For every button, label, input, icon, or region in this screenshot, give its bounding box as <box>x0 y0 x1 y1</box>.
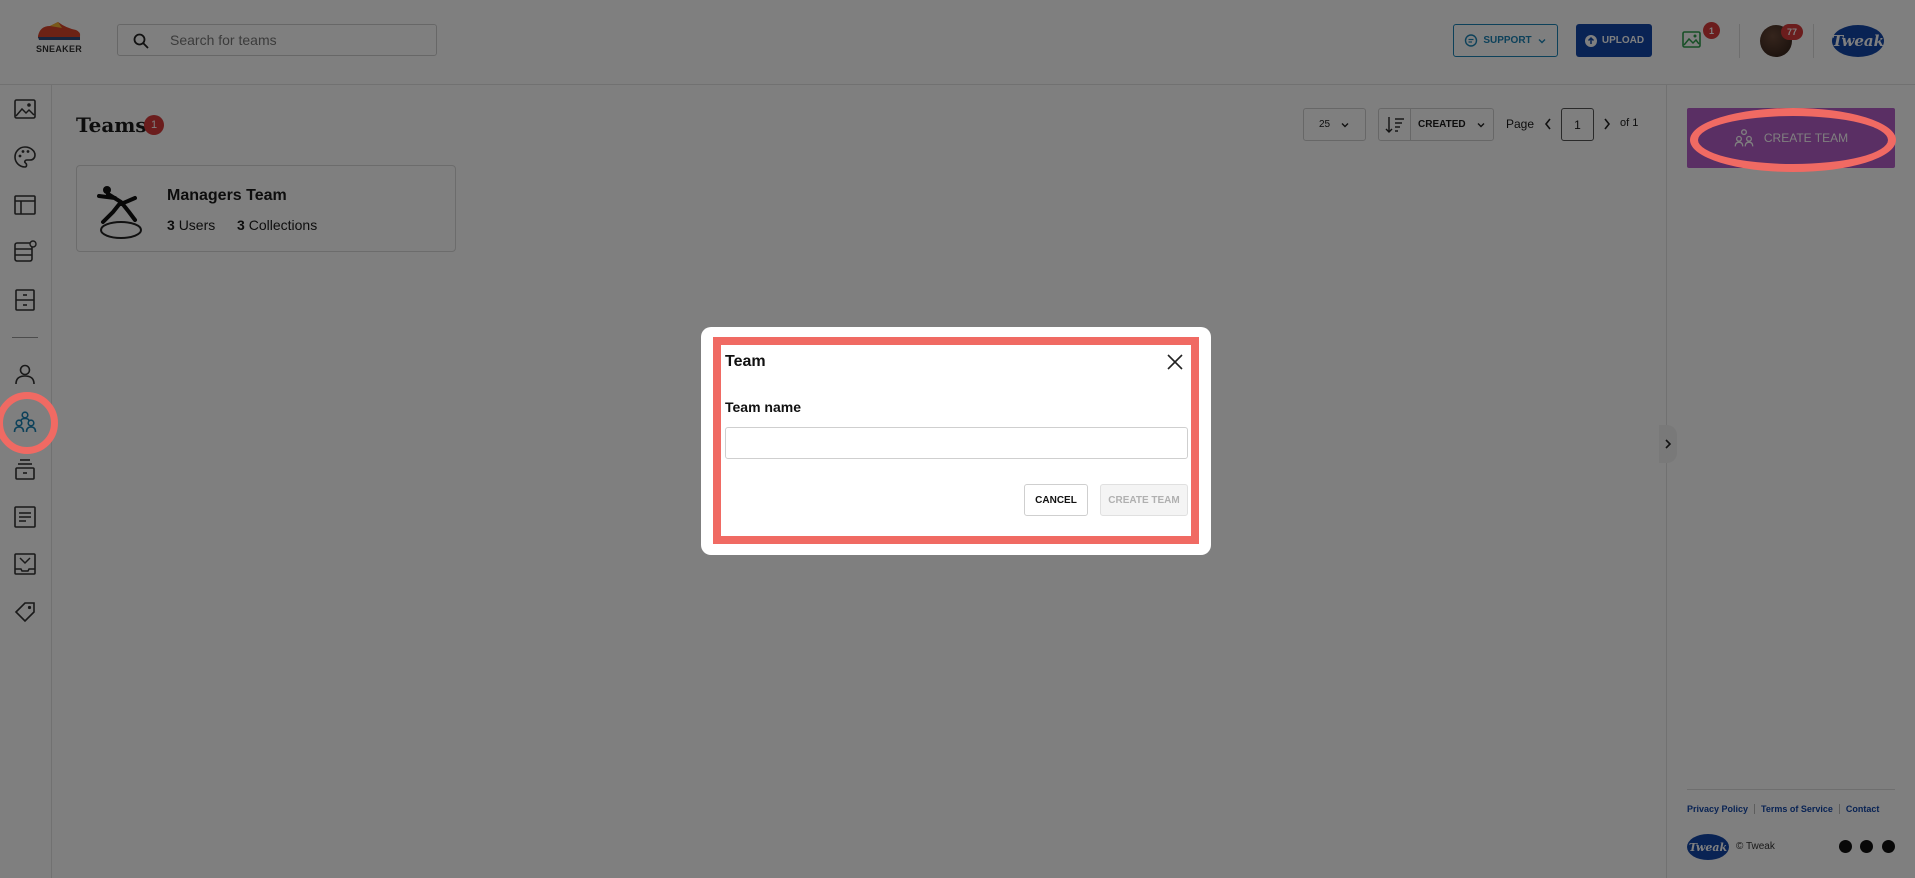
modal-title: Team <box>725 353 766 370</box>
team-name-input[interactable] <box>725 427 1188 459</box>
close-icon[interactable] <box>1166 353 1184 371</box>
annotation-ellipse-create-team <box>1690 108 1896 172</box>
team-name-label: Team name <box>725 399 801 415</box>
team-modal: Team Team name CANCEL CREATE TEAM <box>701 327 1211 555</box>
cancel-button[interactable]: CANCEL <box>1024 484 1088 516</box>
create-team-submit-button[interactable]: CREATE TEAM <box>1100 484 1188 516</box>
